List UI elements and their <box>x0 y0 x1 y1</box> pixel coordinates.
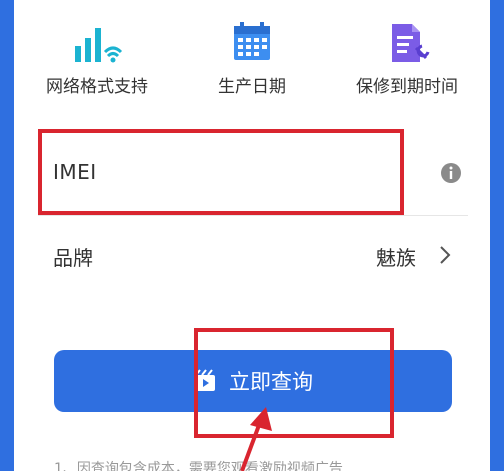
info-icon[interactable] <box>440 162 462 184</box>
feature-label: 网络格式支持 <box>46 77 148 97</box>
feature-warranty: 保修到期时间 <box>332 18 482 97</box>
feature-label: 生产日期 <box>218 77 286 97</box>
feature-network: 网络格式支持 <box>22 18 172 97</box>
feature-label: 保修到期时间 <box>356 77 458 97</box>
brand-value: 魅族 <box>376 246 416 270</box>
signal-wifi-icon <box>75 28 123 63</box>
annotation-arrow <box>240 407 272 471</box>
calendar-icon <box>234 22 270 60</box>
annotation-box-button <box>194 328 394 438</box>
brand-label: 品牌 <box>53 246 93 270</box>
query-card: 网络格式支持 生产日期 保修到期时间 IMEI 品牌 魅族 立即查询 1、因查询… <box>14 0 490 471</box>
footnote: 1、因查询包含成本，需要您观看激励视频广告 <box>54 461 343 471</box>
brand-selector[interactable]: 品牌 魅族 <box>38 236 466 276</box>
warranty-document-icon <box>392 24 430 62</box>
feature-row: 网络格式支持 生产日期 保修到期时间 <box>14 18 490 108</box>
chevron-right-icon <box>440 246 451 264</box>
feature-production-date: 生产日期 <box>177 18 327 97</box>
annotation-box-imei <box>38 129 404 215</box>
divider <box>38 215 468 216</box>
